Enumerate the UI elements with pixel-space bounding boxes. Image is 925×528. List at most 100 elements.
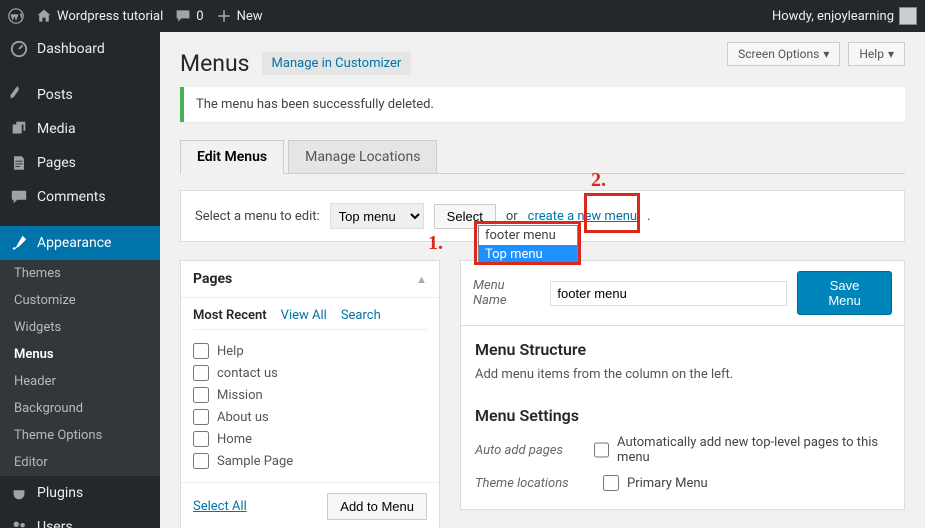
page-label: Mission (217, 388, 263, 403)
page-item[interactable]: Home (193, 428, 427, 450)
page-label: Home (217, 432, 252, 447)
annotation-label-1: 1. (428, 232, 443, 255)
menu-select-dropdown[interactable]: Top menu (330, 203, 424, 229)
sidebar-sub-theme-options[interactable]: Theme Options (0, 422, 160, 449)
my-account-link[interactable]: Howdy, enjoylearning (772, 7, 917, 25)
create-new-menu-link[interactable]: create a new menu (528, 209, 637, 224)
location-option[interactable]: Primary Menu (603, 475, 708, 491)
page-label: Sample Page (217, 454, 293, 469)
select-all-link[interactable]: Select All (193, 499, 247, 514)
menu-edit-header: Menu Name Save Menu (460, 260, 905, 326)
save-menu-button[interactable]: Save Menu (797, 271, 892, 315)
sidebar-sub-customize[interactable]: Customize (0, 287, 160, 314)
page-item[interactable]: Help (193, 340, 427, 362)
manage-in-customizer-button[interactable]: Manage in Customizer (262, 52, 412, 75)
new-content-link[interactable]: New (216, 8, 263, 24)
screen-options-label: Screen Options (738, 47, 819, 61)
sidebar-item-plugins[interactable]: Plugins (0, 476, 160, 510)
page-checkbox[interactable] (193, 343, 209, 359)
sidebar-sub-themes[interactable]: Themes (0, 260, 160, 287)
pages-tab-view-all[interactable]: View All (281, 308, 327, 323)
sidebar-item-comments[interactable]: Comments (0, 180, 160, 214)
page-item[interactable]: Mission (193, 384, 427, 406)
auto-add-option[interactable]: Automatically add new top-level pages to… (594, 435, 890, 465)
period: . (647, 209, 650, 224)
page-label: About us (217, 410, 269, 425)
sidebar-item-users[interactable]: Users (0, 510, 160, 528)
menu-select-bar: Select a menu to edit: Top menu Select o… (180, 190, 905, 242)
pages-metabox-header[interactable]: Pages ▲ (181, 261, 439, 298)
page-item[interactable]: About us (193, 406, 427, 428)
menu-edit-body: Menu Structure Add menu items from the c… (460, 326, 905, 510)
pages-tab-recent[interactable]: Most Recent (193, 308, 267, 323)
sidebar-item-label: Plugins (37, 485, 83, 501)
toggle-icon: ▲ (416, 273, 427, 286)
avatar (899, 7, 917, 25)
sidebar-sub-editor[interactable]: Editor (0, 449, 160, 476)
admin-toolbar: Wordpress tutorial 0 New Howdy, enjoylea… (0, 0, 925, 32)
help-button[interactable]: Help ▾ (848, 42, 905, 66)
pages-tab-search[interactable]: Search (341, 308, 381, 323)
wp-logo[interactable] (8, 8, 24, 24)
tab-manage-locations[interactable]: Manage Locations (288, 140, 437, 173)
chevron-down-icon: ▾ (888, 47, 894, 61)
location-checkbox[interactable] (603, 475, 619, 491)
pages-checklist: Help contact us Mission About us Home Sa… (193, 340, 427, 472)
sidebar-submenu-appearance: Themes Customize Widgets Menus Header Ba… (0, 260, 160, 476)
page-checkbox[interactable] (193, 409, 209, 425)
sidebar-item-label: Dashboard (37, 41, 105, 57)
site-name: Wordpress tutorial (57, 9, 163, 24)
success-notice: The menu has been successfully deleted. (180, 87, 905, 122)
page-title-text: Menus (180, 50, 250, 77)
sidebar-item-posts[interactable]: Posts (0, 78, 160, 112)
sidebar-item-label: Media (37, 121, 76, 137)
nav-tabs: Edit Menus Manage Locations (180, 140, 905, 174)
sidebar-item-label: Comments (37, 189, 106, 205)
screen-options-button[interactable]: Screen Options ▾ (727, 42, 840, 66)
page-checkbox[interactable] (193, 453, 209, 469)
annotation-label-2: 2. (591, 169, 606, 192)
chevron-down-icon: ▾ (823, 47, 829, 61)
sidebar-sub-background[interactable]: Background (0, 395, 160, 422)
location-text: Primary Menu (627, 476, 708, 491)
sidebar-sub-menus[interactable]: Menus (0, 341, 160, 368)
sidebar-item-label: Posts (37, 87, 73, 103)
menu-settings-title: Menu Settings (475, 406, 890, 425)
menu-option-footer[interactable]: footer menu (479, 226, 577, 245)
sidebar-item-media[interactable]: Media (0, 112, 160, 146)
menu-name-input[interactable] (550, 281, 787, 306)
sidebar-item-dashboard[interactable]: Dashboard (0, 32, 160, 66)
new-label: New (237, 9, 263, 24)
sidebar-sub-widgets[interactable]: Widgets (0, 314, 160, 341)
pages-metabox: Pages ▲ Most Recent View All Search Help … (180, 260, 440, 528)
tab-edit-menus[interactable]: Edit Menus (180, 140, 284, 174)
site-name-link[interactable]: Wordpress tutorial (36, 8, 163, 24)
select-menu-label: Select a menu to edit: (195, 209, 320, 224)
or-text: or (506, 209, 518, 224)
menu-dropdown-options: footer menu Top menu (478, 225, 578, 265)
page-checkbox[interactable] (193, 365, 209, 381)
sidebar-item-appearance[interactable]: Appearance (0, 226, 160, 260)
help-label: Help (859, 47, 884, 61)
page-checkbox[interactable] (193, 431, 209, 447)
theme-locations-label: Theme locations (475, 476, 585, 491)
sidebar-item-pages[interactable]: Pages (0, 146, 160, 180)
page-item[interactable]: contact us (193, 362, 427, 384)
sidebar-item-label: Pages (37, 155, 76, 171)
auto-add-checkbox[interactable] (594, 442, 609, 458)
menu-structure-hint: Add menu items from the column on the le… (475, 367, 890, 382)
comments-link[interactable]: 0 (175, 8, 203, 24)
page-item[interactable]: Sample Page (193, 450, 427, 472)
sidebar-sub-header[interactable]: Header (0, 368, 160, 395)
sidebar-item-label: Users (37, 519, 73, 528)
sidebar-item-label: Appearance (37, 235, 111, 251)
pages-metabox-title: Pages (193, 271, 232, 287)
add-to-menu-button[interactable]: Add to Menu (327, 493, 427, 520)
page-checkbox[interactable] (193, 387, 209, 403)
menu-structure-title: Menu Structure (475, 340, 890, 359)
notice-text: The menu has been successfully deleted. (196, 97, 434, 112)
menu-name-label: Menu Name (473, 278, 540, 308)
page-label: Help (217, 344, 244, 359)
comments-count: 0 (196, 9, 203, 24)
menu-option-top[interactable]: Top menu (479, 245, 577, 264)
